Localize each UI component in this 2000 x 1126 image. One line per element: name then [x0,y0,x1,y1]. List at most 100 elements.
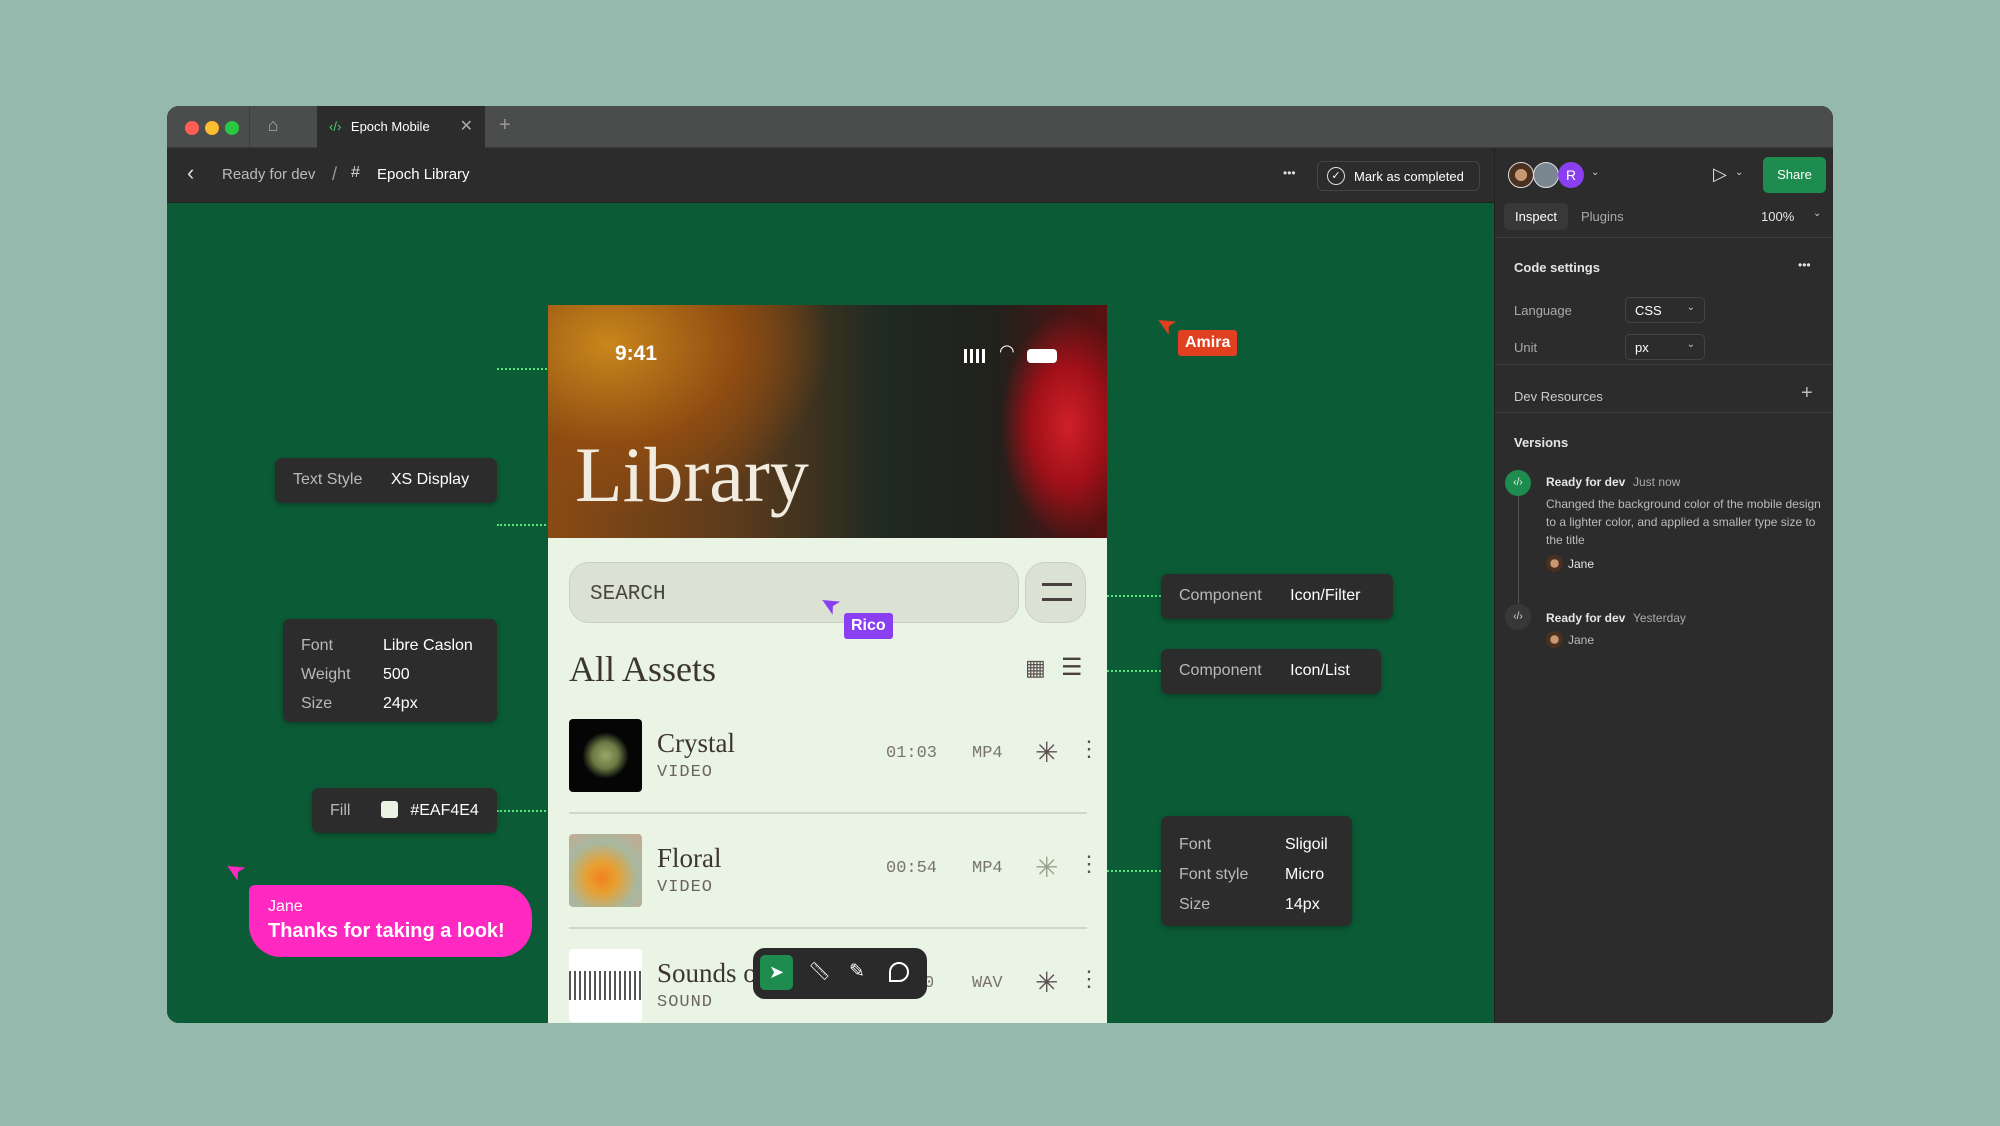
asset-format: MP4 [972,744,1003,763]
dev-resources-title: Dev Resources [1514,389,1603,404]
sound-waveform-thumbnail [569,949,642,1022]
zoom-level[interactable]: 100% [1761,209,1794,224]
versions-title: Versions [1514,435,1569,450]
asset-type: SOUND [657,993,714,1012]
fill-annotation: Fill #EAF4E4 [312,788,497,833]
page-title: Library [575,431,809,518]
asset-title: Sounds o [657,958,757,988]
search-input[interactable]: SEARCH [569,562,1019,623]
status-time: 9:41 [615,342,658,365]
filter-annotation: Component Icon/Filter [1161,574,1393,619]
asset-duration: 01:03 [886,744,938,763]
code-settings-more-icon[interactable]: ••• [1798,258,1811,272]
new-tab-button[interactable]: + [499,114,511,137]
asset-title: Crystal [657,728,735,758]
asset-duration: 00:54 [886,859,938,878]
asset-format: MP4 [972,859,1003,878]
annotation-row: Size 24px [301,695,418,712]
filter-button[interactable] [1025,562,1086,623]
play-icon[interactable]: ▷ [1713,164,1727,185]
share-button[interactable]: Share [1763,157,1826,193]
inspect-panel: R ⌄ ▷ ⌄ Share Inspect Plugins 100% ⌄ Cod… [1494,148,1833,1023]
comment-author: Jane [268,898,303,915]
mark-completed-button[interactable]: ✓ Mark as completed [1317,161,1480,191]
tab-plugins[interactable]: Plugins [1581,209,1624,224]
section-title: All Assets [569,649,717,689]
favorite-asterisk-icon[interactable]: ✳ [1035,736,1058,769]
signal-icon [964,349,988,363]
ruler-tool-icon[interactable]: 📏︎ [808,961,831,982]
annotation-row: Size 14px [1179,896,1320,913]
avatar[interactable] [1533,162,1559,188]
more-button[interactable]: ••• [1283,166,1296,180]
annotation-value: Icon/Filter [1290,587,1361,604]
more-options-icon[interactable]: ⋮ [1078,736,1100,762]
font-annotation-right: Font Sligoil Font style Micro Size 14px [1161,816,1352,926]
version-item[interactable]: Ready for dev Just now Changed the backg… [1546,474,1826,572]
annotation-row: Weight 500 [301,666,410,683]
tab-title: Epoch Mobile [350,119,430,134]
edit-tool-icon[interactable]: ✎ [849,960,865,983]
version-time: Just now [1632,475,1681,489]
play-chevron-icon[interactable]: ⌄ [1735,167,1743,178]
avatar-r[interactable]: R [1558,162,1584,188]
battery-icon [1027,349,1057,363]
list-view-icon[interactable]: ☰ [1061,653,1083,682]
search-placeholder: SEARCH [590,583,666,606]
amira-cursor-label: Amira [1178,330,1238,356]
zoom-chevron-icon[interactable]: ⌄ [1813,208,1821,219]
floral-thumbnail [569,834,642,907]
color-swatch [380,801,398,818]
home-icon[interactable]: ⌂ [255,115,291,136]
breadcrumb-parent[interactable]: Ready for dev [222,166,315,183]
favorite-asterisk-icon[interactable]: ✳ [1035,966,1058,999]
version-title: Ready for dev [1546,611,1626,625]
asset-type: VIDEO [657,878,714,897]
annotation-value: Icon/List [1290,662,1350,679]
version-item[interactable]: Ready for dev Yesterday Jane [1546,610,1826,648]
avatar[interactable] [1508,162,1534,188]
add-resource-icon[interactable]: + [1801,382,1813,405]
code-icon: ‹/› [329,119,342,134]
unit-label: Unit [1514,340,1538,355]
mobile-frame[interactable]: 9:41 ◠ Library SEARCH All Assets ▦ ☰ Cry… [548,305,1107,1023]
asset-title: Floral [657,843,722,873]
tab-epoch-mobile[interactable]: ‹/› Epoch Mobile ✕ [317,106,485,148]
breadcrumb-current[interactable]: Epoch Library [377,166,470,183]
chevron-down-icon: ⌄ [1686,302,1695,313]
design-canvas[interactable]: 9:41 ◠ Library SEARCH All Assets ▦ ☰ Cry… [167,203,1494,1023]
mark-completed-label: Mark as completed [1354,169,1464,184]
code-settings-title: Code settings [1514,260,1600,275]
annotation-value: #EAF4E4 [410,802,479,819]
close-window-button[interactable] [185,121,199,135]
rico-cursor-label: Rico [844,613,893,639]
avatars-chevron-icon[interactable]: ⌄ [1591,167,1599,178]
annotation-key: Component [1179,587,1262,604]
language-select[interactable]: CSS ⌄ [1625,297,1705,323]
text-style-annotation: Text Style XS Display [275,458,497,503]
version-title: Ready for dev [1546,475,1626,489]
back-button[interactable]: ‹ [187,160,194,186]
favorite-asterisk-icon[interactable]: ✳ [1035,851,1058,884]
minimize-window-button[interactable] [205,121,219,135]
unit-select[interactable]: px ⌄ [1625,334,1705,360]
breadcrumb-separator: / [332,164,338,184]
tab-bar: ⌂ ‹/› Epoch Mobile ✕ + [167,106,1833,148]
jane-comment-bubble[interactable]: Jane Thanks for taking a look! [249,885,532,957]
close-tab-icon[interactable]: ✕ [460,116,473,136]
avatar [1546,555,1563,572]
maximize-window-button[interactable] [225,121,239,135]
list-annotation: Component Icon/List [1161,649,1381,694]
floating-toolbar: ➤ 📏︎ ✎ [753,948,927,999]
crystal-thumbnail [569,719,642,792]
tab-inspect[interactable]: Inspect [1504,203,1568,230]
avatar [1546,631,1563,648]
move-tool-button[interactable]: ➤ [760,955,793,990]
annotation-key: Fill [330,802,351,819]
more-options-icon[interactable]: ⋮ [1078,851,1100,877]
grid-view-icon[interactable]: ▦ [1025,655,1046,681]
more-options-icon[interactable]: ⋮ [1078,966,1100,992]
wifi-icon: ◠ [999,341,1015,361]
version-author: Jane [1546,555,1826,572]
comment-tool-icon[interactable] [889,962,909,982]
